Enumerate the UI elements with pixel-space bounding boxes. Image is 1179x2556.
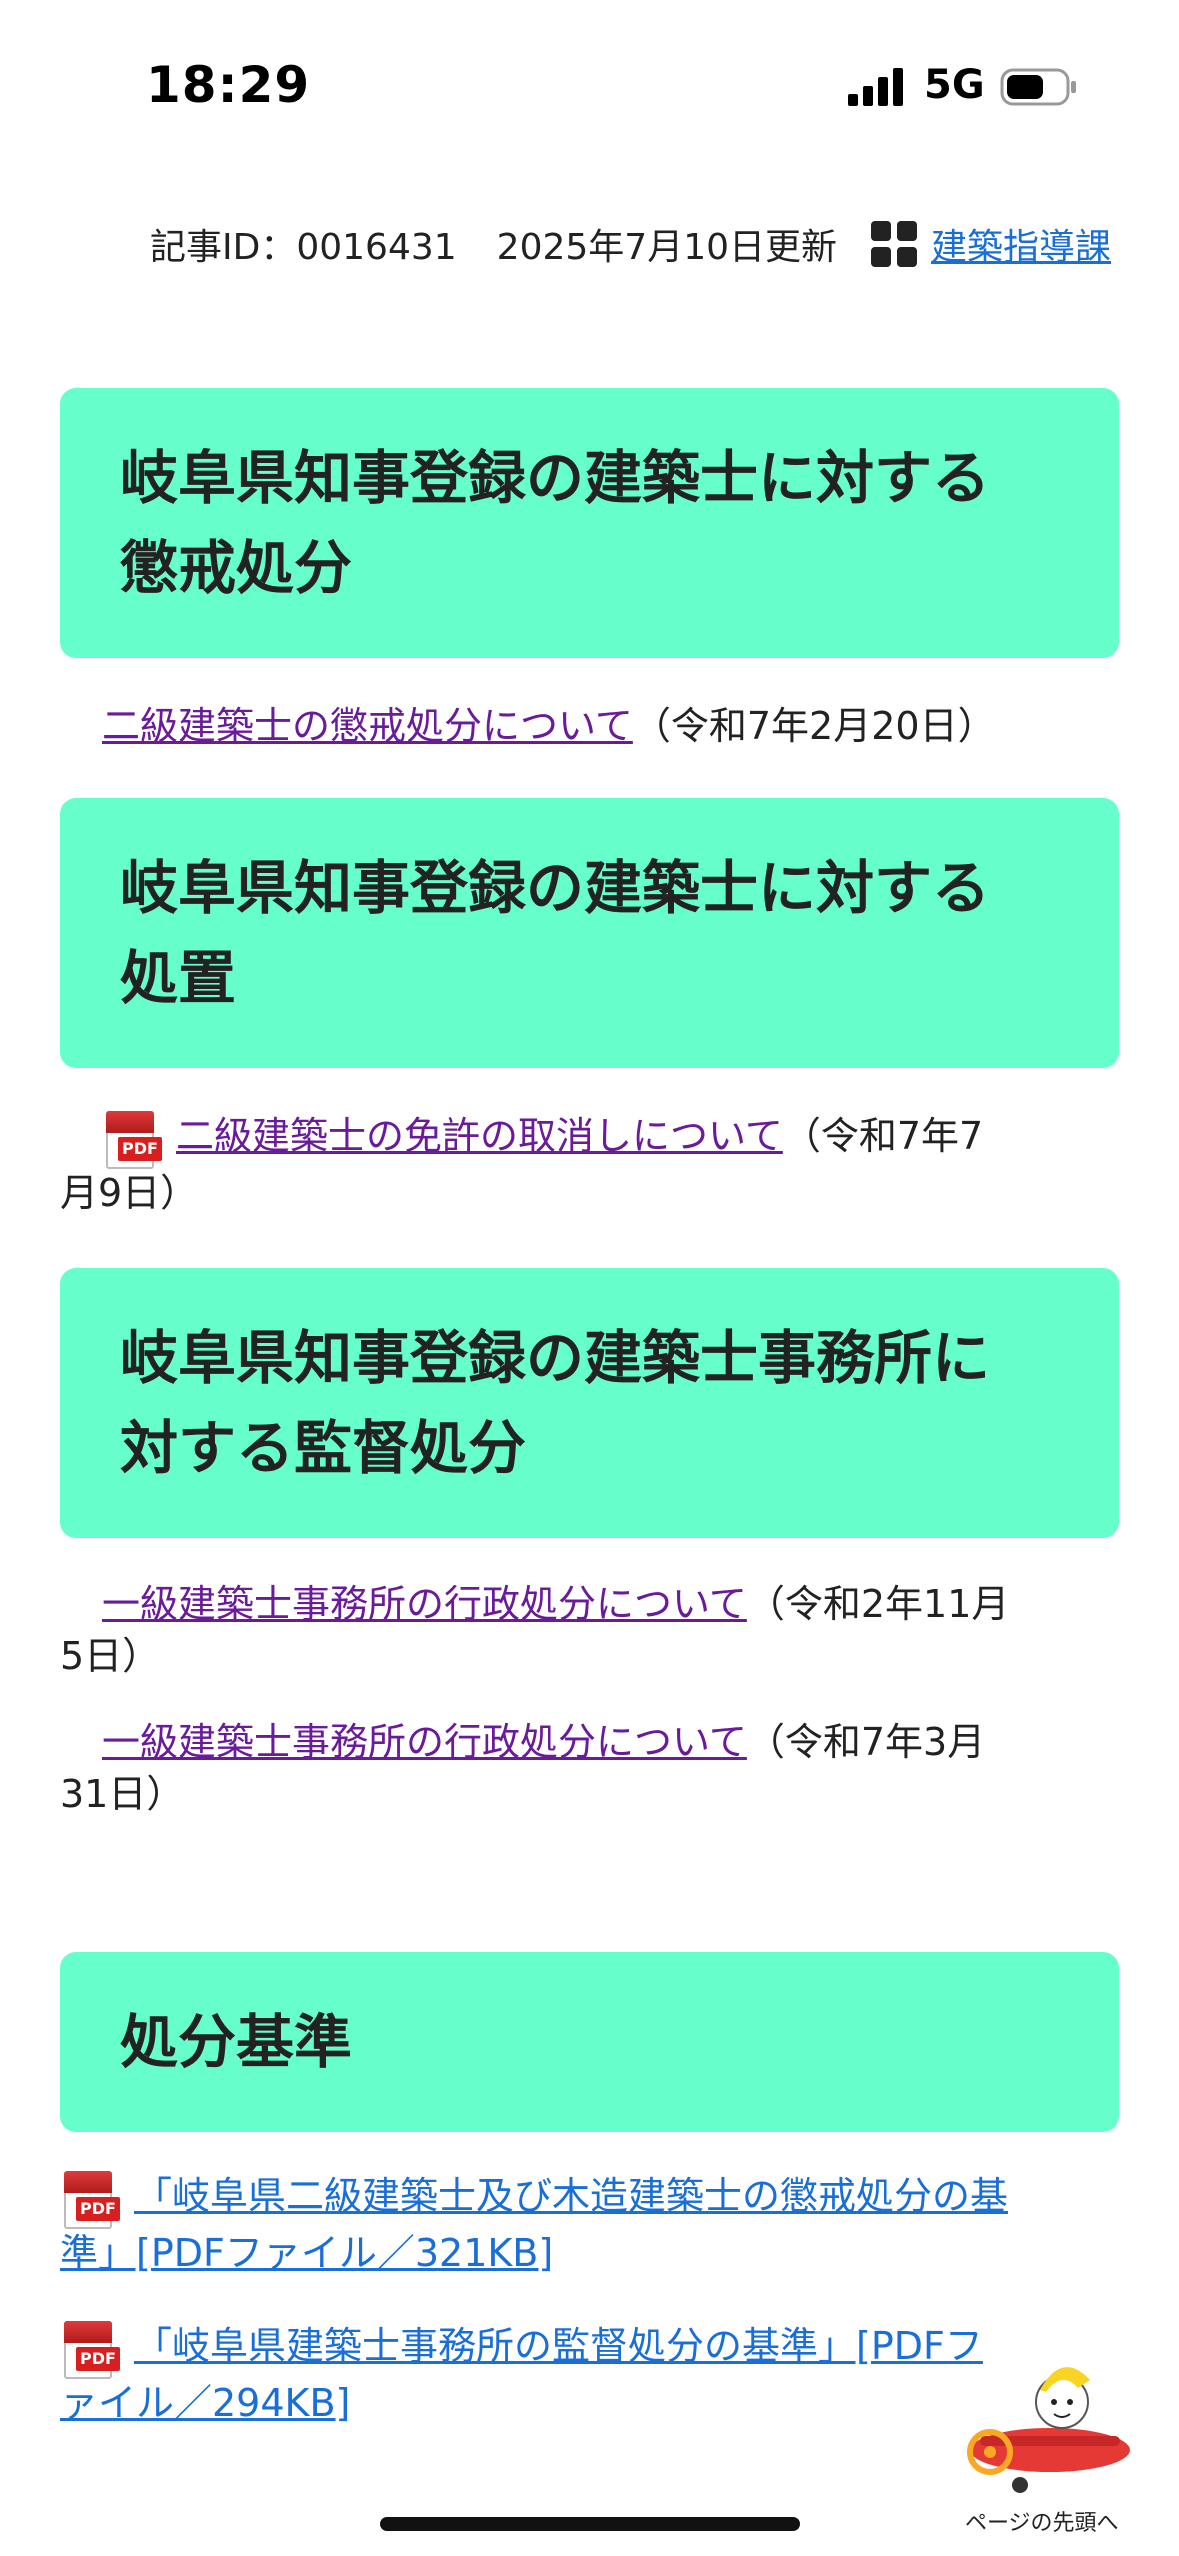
- entry-date: （令和7年3月: [746, 1720, 986, 1764]
- section-title: 岐阜県知事登録の建築士事務所に 対する監督処分: [120, 1324, 991, 1482]
- pdf-icon: PDF: [102, 1110, 162, 1169]
- list-item: 一級建築士事務所の行政処分について（令和2年11月 5日）: [60, 1578, 1119, 1682]
- pdf-icon: PDF: [60, 2320, 120, 2379]
- section-heading-supervision: 岐阜県知事登録の建築士事務所に 対する監督処分: [60, 1268, 1119, 1538]
- section-title: 岐阜県知事登録の建築士に対する 処置: [120, 854, 991, 1012]
- entry-date-cont: 5日）: [60, 1634, 161, 1678]
- article-id: 記事ID：0016431: [150, 227, 457, 268]
- entry-date: （令和7年7: [782, 1114, 984, 1158]
- entry-date-cont: 31日）: [60, 1772, 185, 1816]
- section-title: 岐阜県知事登録の建築士に対する 懲戒処分: [120, 444, 991, 602]
- entry-link[interactable]: 二級建築士の懲戒処分について: [102, 704, 633, 748]
- back-to-top-mascot-icon[interactable]: [950, 2340, 1150, 2510]
- article-meta: 記事ID：0016431 2025年7月10日更新 建築指導課: [150, 218, 1120, 270]
- list-item: 一級建築士事務所の行政処分について（令和7年3月 31日）: [60, 1716, 1119, 1820]
- updated-date: 2025年7月10日更新: [496, 227, 838, 268]
- status-time: 18:29: [146, 56, 311, 114]
- network-type: 5G: [924, 62, 985, 108]
- entry-date: （令和2年11月: [746, 1582, 1010, 1626]
- section-heading-discipline: 岐阜県知事登録の建築士に対する 懲戒処分: [60, 388, 1119, 658]
- pdf-icon: PDF: [60, 2170, 120, 2229]
- pdf-link[interactable]: 「岐阜県二級建築士及び木造建築士の懲戒処分の基: [134, 2174, 1008, 2218]
- pdf-link-cont[interactable]: ァイル／294KB]: [60, 2381, 350, 2425]
- battery-icon: [1000, 68, 1076, 106]
- department-link[interactable]: 建築指導課: [931, 218, 1111, 270]
- section-heading-measures: 岐阜県知事登録の建築士に対する 処置: [60, 798, 1119, 1068]
- department-grid-icon: [871, 221, 918, 267]
- section-title: 処分基準: [120, 2008, 353, 2076]
- back-to-top-label[interactable]: ページの先頭へ: [965, 2505, 1119, 2537]
- list-item: 二級建築士の懲戒処分について（令和7年2月20日）: [60, 700, 1119, 752]
- section-heading-criteria: 処分基準: [60, 1952, 1119, 2132]
- signal-icon: [848, 68, 903, 106]
- list-item: PDF 「岐阜県二級建築士及び木造建築士の懲戒処分の基準」[PDFファイル／321…: [60, 2170, 1119, 2279]
- entry-link[interactable]: 一級建築士事務所の行政処分について: [102, 1720, 747, 1764]
- home-indicator: [380, 2517, 800, 2531]
- list-item: PDF 二級建築士の免許の取消しについて（令和7年7 月9日）: [60, 1110, 1119, 1219]
- entry-date-cont: 月9日）: [60, 1170, 199, 1215]
- entry-link[interactable]: 二級建築士の免許の取消しについて: [176, 1114, 783, 1158]
- entry-date: （令和7年2月20日）: [632, 704, 996, 748]
- status-bar: 18:29 5G: [0, 0, 1179, 170]
- pdf-link[interactable]: 「岐阜県建築士事務所の監督処分の基準」[PDFフ: [134, 2324, 983, 2368]
- entry-link[interactable]: 一級建築士事務所の行政処分について: [102, 1582, 747, 1626]
- pdf-link-cont[interactable]: 準」[PDFファイル／321KB]: [60, 2231, 553, 2275]
